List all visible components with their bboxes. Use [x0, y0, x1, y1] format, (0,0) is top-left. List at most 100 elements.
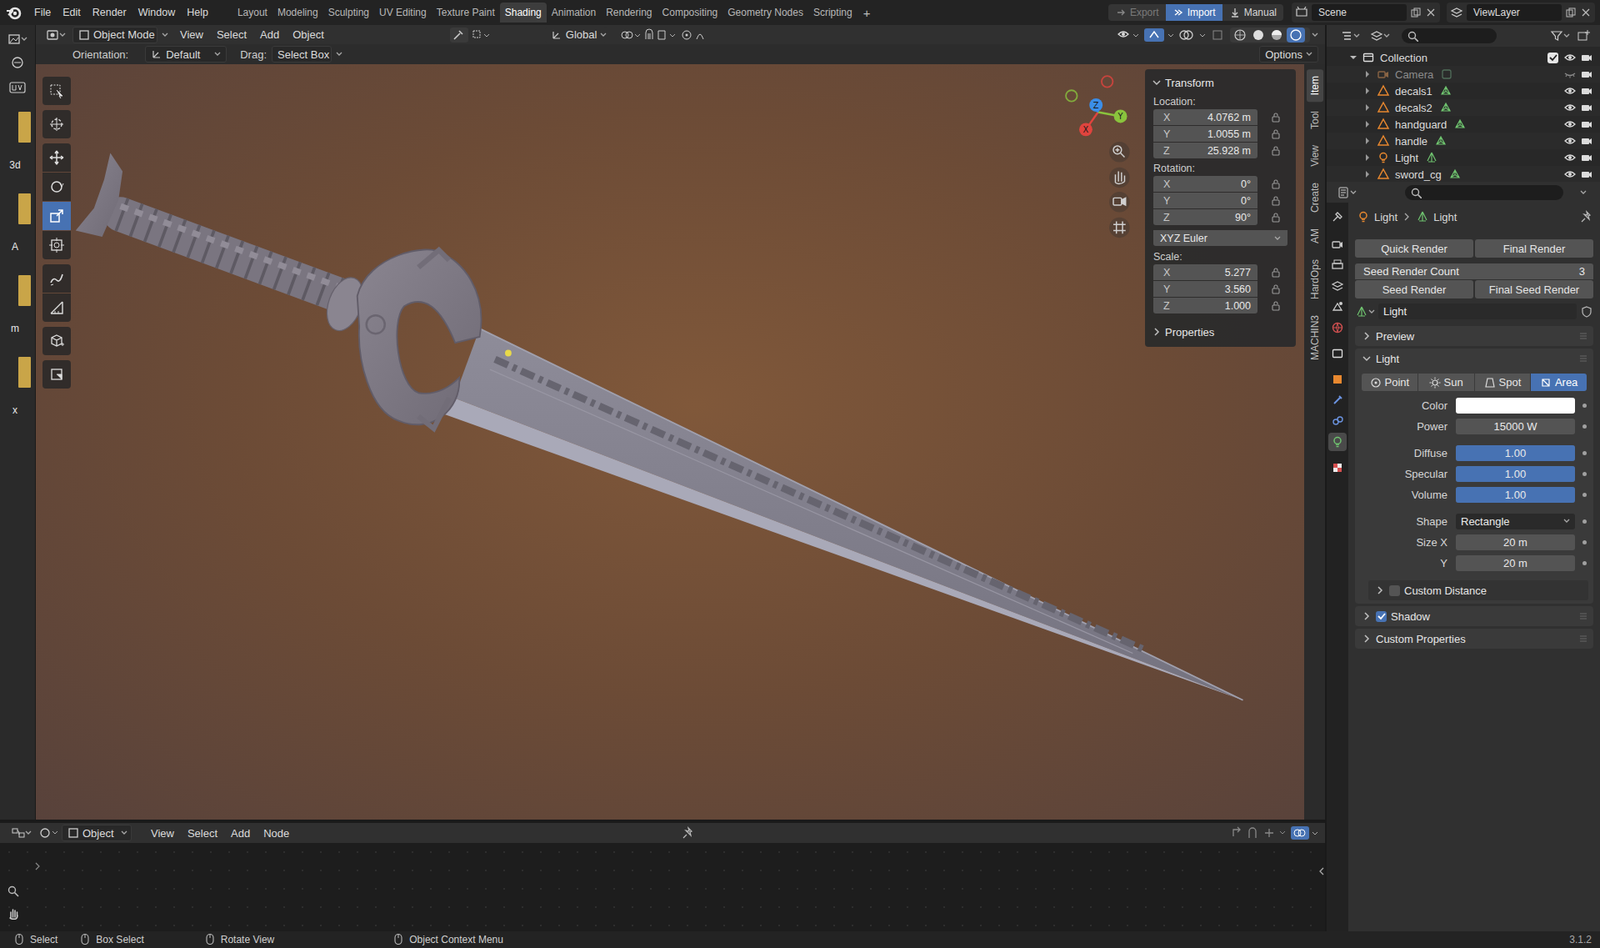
light-type-button[interactable]: Spot — [1475, 373, 1531, 391]
properties-tab[interactable] — [1328, 390, 1347, 410]
render-button[interactable]: Quick Render — [1355, 239, 1474, 258]
workspace-tab[interactable]: Animation — [546, 2, 601, 23]
render-camera-icon[interactable] — [1580, 50, 1594, 65]
tool-button[interactable] — [42, 326, 71, 355]
keyframe-dot[interactable] — [1582, 492, 1587, 497]
properties-tab[interactable] — [1328, 235, 1347, 254]
workspace-tab[interactable]: Geometry Nodes — [722, 2, 809, 23]
eye-icon[interactable] — [1563, 150, 1577, 165]
transform-orientation-dropdown[interactable]: Global — [545, 26, 607, 44]
tool-button[interactable] — [42, 230, 71, 260]
new-collection-icon[interactable] — [1576, 29, 1592, 43]
lock-icon[interactable] — [1269, 265, 1283, 280]
eye-icon[interactable] — [1563, 117, 1577, 131]
light-origin[interactable] — [505, 350, 512, 357]
strip-item[interactable]: m — [5, 275, 31, 357]
properties-tab[interactable] — [1328, 432, 1347, 451]
view-layer-selector-field[interactable]: ViewLayer — [1466, 4, 1562, 21]
options-dropdown-icon[interactable] — [1580, 185, 1590, 200]
pivot-icon[interactable] — [618, 27, 642, 43]
pan-icon[interactable] — [6, 905, 20, 920]
menu-item[interactable]: Help — [180, 4, 215, 21]
number-field[interactable]: Z25.928 m — [1153, 142, 1258, 159]
eyedropper-icon[interactable] — [450, 27, 469, 43]
zoom-icon[interactable] — [6, 884, 20, 898]
workspace-tab[interactable]: Rendering — [600, 2, 657, 23]
panel-header[interactable]: Properties — [1145, 321, 1296, 342]
menu-item[interactable]: Render — [86, 4, 133, 21]
number-field[interactable]: Z90° — [1153, 209, 1258, 225]
workspace-tab[interactable]: Shading — [500, 2, 547, 23]
panel-header[interactable]: Custom Properties — [1355, 628, 1594, 649]
workspace-tab[interactable]: Layout — [232, 2, 273, 23]
properties-tab[interactable] — [1328, 344, 1347, 363]
strip-item[interactable]: A — [5, 193, 31, 275]
mode-icon[interactable] — [10, 55, 25, 70]
tool-button[interactable] — [42, 143, 71, 172]
close-icon[interactable] — [1425, 6, 1437, 19]
lock-icon[interactable] — [1269, 282, 1283, 296]
properties-tab[interactable] — [1328, 411, 1347, 430]
properties-tab[interactable] — [1328, 297, 1347, 316]
datablock-browse-button[interactable] — [1355, 305, 1375, 319]
outliner-row[interactable]: handle — [1326, 132, 1600, 150]
snap-target-icon[interactable] — [1263, 825, 1289, 840]
sidebar-tab[interactable]: Item — [1306, 69, 1324, 102]
properties-tab[interactable] — [1328, 318, 1347, 337]
tool-button[interactable] — [42, 264, 71, 293]
editor-type-button[interactable] — [1340, 29, 1360, 43]
sidebar-tab[interactable]: MACHIN3 — [1306, 308, 1324, 367]
properties-tab[interactable] — [1328, 458, 1347, 477]
tool-button[interactable] — [42, 360, 71, 389]
subpanel-header[interactable]: Custom Distance — [1368, 580, 1589, 600]
seed-count-field[interactable]: Seed Render Count3 — [1355, 263, 1594, 280]
number-field[interactable]: Y0° — [1153, 192, 1258, 209]
outliner-row[interactable]: Camera — [1326, 65, 1600, 83]
overlay-icon[interactable] — [1176, 27, 1209, 43]
lock-icon[interactable] — [1269, 299, 1283, 313]
lock-icon[interactable] — [1269, 177, 1283, 191]
sidebar-tab[interactable]: View — [1306, 138, 1324, 174]
lock-icon[interactable] — [1269, 210, 1283, 225]
viewport-menu[interactable]: Object — [286, 25, 330, 44]
node-menu[interactable]: View — [145, 824, 180, 842]
scene-selector[interactable]: Scene — [1291, 2, 1440, 23]
view-layer-selector[interactable]: ViewLayer — [1446, 2, 1595, 23]
number-field[interactable]: 15000 W — [1455, 418, 1575, 435]
properties-tab[interactable] — [1328, 207, 1347, 226]
menu-item[interactable]: Window — [132, 4, 181, 21]
rotation-mode-dropdown[interactable]: XYZ Euler — [1153, 230, 1288, 246]
pin-icon[interactable] — [681, 825, 695, 840]
slider-field[interactable]: 1.00 — [1455, 486, 1575, 503]
panel-header[interactable]: Light — [1355, 348, 1594, 369]
render-camera-icon[interactable] — [1580, 100, 1594, 115]
keyframe-dot[interactable] — [1582, 403, 1587, 408]
render-camera-icon[interactable] — [1580, 134, 1594, 148]
orientation-dropdown[interactable]: Default — [145, 45, 227, 63]
number-field[interactable]: Y1.0055 m — [1153, 125, 1258, 142]
filter-button[interactable] — [1550, 29, 1570, 43]
properties-search-field[interactable] — [1405, 185, 1564, 200]
seed-render-button[interactable]: Seed Render — [1355, 280, 1474, 299]
outliner-search-field[interactable] — [1401, 28, 1497, 44]
keyframe-dot[interactable] — [1582, 540, 1587, 545]
expand-icon[interactable] — [1363, 117, 1372, 131]
expand-icon[interactable] — [1363, 134, 1372, 148]
keyframe-dot[interactable] — [1582, 519, 1587, 524]
editor-type-button[interactable] — [11, 825, 32, 840]
gizmo-toggle-icon[interactable] — [1143, 27, 1175, 43]
close-icon[interactable] — [1580, 6, 1592, 19]
strip-item[interactable]: 3d — [5, 111, 31, 194]
workspace-tab[interactable]: Modeling — [272, 2, 324, 23]
render-camera-icon[interactable] — [1580, 150, 1594, 165]
checkbox[interactable] — [1389, 585, 1400, 596]
outliner-row[interactable]: decals2 — [1326, 99, 1600, 116]
viewport-nav-buttons[interactable] — [1109, 141, 1130, 238]
sword-model[interactable] — [75, 153, 1244, 700]
sidebar-tab[interactable]: AM — [1306, 221, 1324, 250]
lock-icon[interactable] — [1269, 144, 1283, 158]
sidebar-toggle-icon[interactable] — [1316, 864, 1327, 878]
xray-icon[interactable] — [1210, 27, 1229, 43]
viewport-menu[interactable]: Add — [254, 25, 285, 44]
expand-tool-icon[interactable] — [33, 859, 42, 873]
